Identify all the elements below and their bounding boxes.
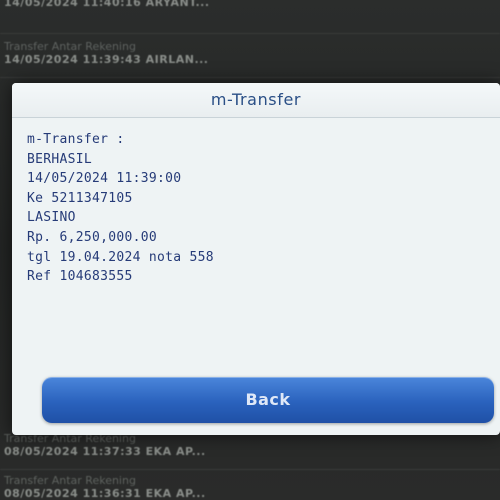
- history-item-detail: 14/05/2024 11:39:43 AIRLAN...: [4, 53, 209, 66]
- history-item-type: Transfer Antar Rekening: [4, 474, 136, 487]
- dialog-message: m-Transfer : BERHASIL 14/05/2024 11:39:0…: [27, 130, 214, 287]
- history-item-type: Transfer Antar Rekening: [4, 40, 136, 53]
- history-item-detail: 08/05/2024 11:37:33 EKA AP...: [4, 445, 206, 458]
- message-note: tgl 19.04.2024 nota 558: [27, 249, 214, 265]
- message-destination-account: Ke 5211347105: [27, 190, 133, 206]
- message-header: m-Transfer :: [27, 132, 125, 147]
- message-reference: Ref 104683555: [27, 269, 133, 285]
- message-amount: Rp. 6,250,000.00: [27, 229, 158, 245]
- history-item-detail: 08/05/2024 11:36:31 EKA AP...: [4, 487, 206, 500]
- message-datetime: 14/05/2024 11:39:00: [27, 171, 182, 187]
- history-item[interactable]: Transfer Antar Rekening 08/05/2024 11:36…: [0, 474, 500, 500]
- message-status: BERHASIL: [27, 151, 93, 167]
- app-screen: 14/05/2024 11:40:16 ARYANT... Transfer A…: [0, 0, 500, 500]
- history-item-detail: 14/05/2024 11:40:16 ARYANT...: [4, 0, 210, 9]
- message-recipient-name: LASINO: [27, 210, 76, 226]
- back-button[interactable]: Back: [42, 377, 494, 423]
- history-item[interactable]: Transfer Antar Rekening 08/05/2024 11:37…: [0, 432, 500, 470]
- dialog-title: m-Transfer: [12, 83, 500, 118]
- history-item[interactable]: 14/05/2024 11:40:16 ARYANT...: [0, 0, 500, 34]
- transfer-result-dialog: m-Transfer m-Transfer : BERHASIL 14/05/2…: [12, 83, 500, 435]
- history-item[interactable]: Transfer Antar Rekening 14/05/2024 11:39…: [0, 40, 500, 78]
